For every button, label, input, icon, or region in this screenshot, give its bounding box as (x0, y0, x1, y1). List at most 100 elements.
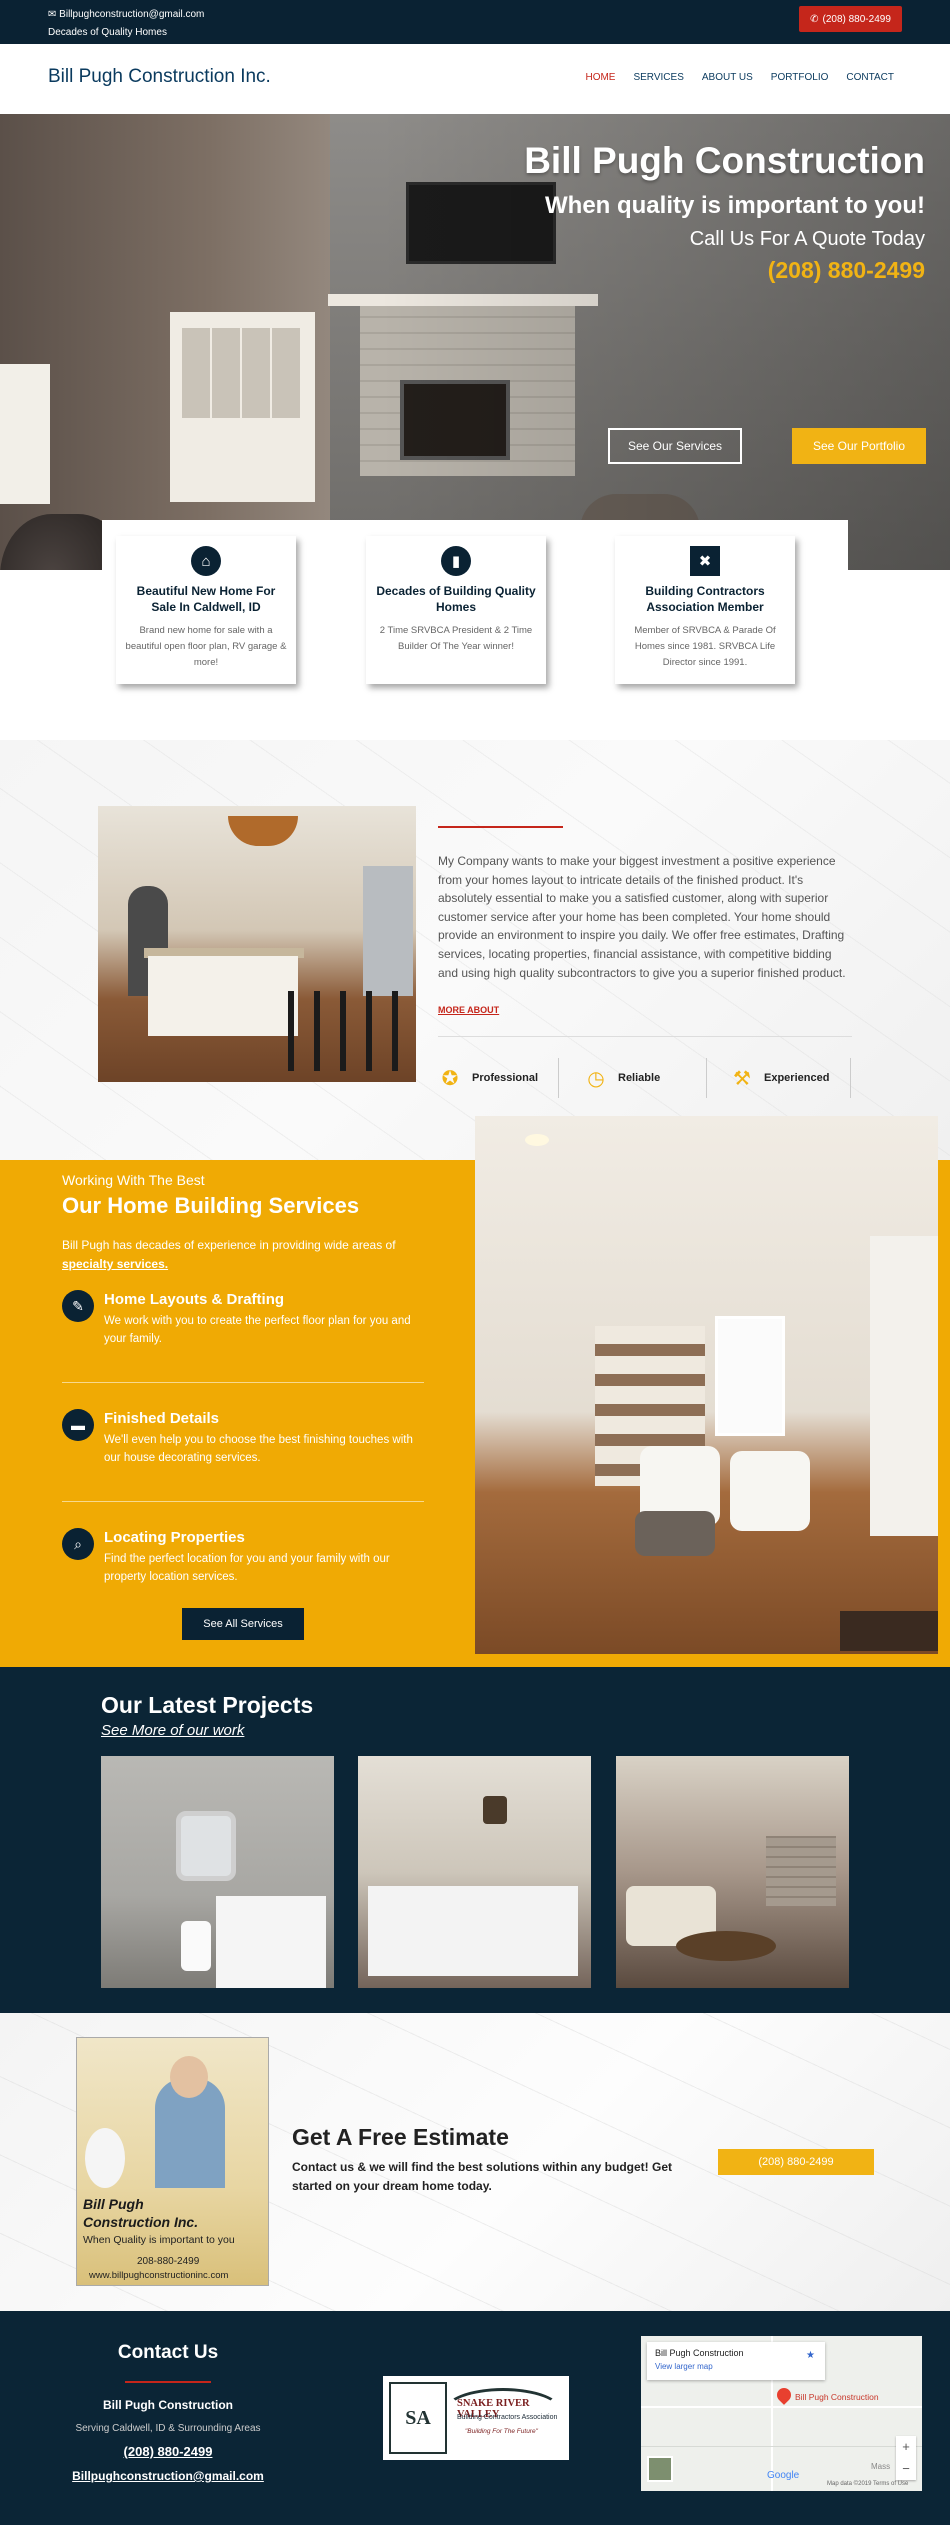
bath-toilet (181, 1921, 211, 1971)
sofa-icon: ▬ (62, 1409, 94, 1441)
service-title: Locating Properties (104, 1529, 245, 1546)
srvbca-logo[interactable]: SA SNAKE RIVER VALLEY Building Contracto… (383, 2376, 569, 2460)
more-about-link[interactable]: MORE ABOUT (438, 1005, 499, 1015)
see-all-services-button[interactable]: See All Services (182, 1608, 304, 1640)
coffee-table (676, 1931, 776, 1961)
logo-mark: SA (389, 2382, 447, 2454)
feature-card-association[interactable]: ✖ Building Contractors Association Membe… (615, 536, 795, 684)
nav-contact[interactable]: CONTACT (846, 72, 894, 83)
site-header: Bill Pugh Construction Inc. HOME SERVICE… (0, 44, 950, 114)
highlight-separator (706, 1058, 707, 1098)
map-road (641, 2446, 922, 2447)
service-divider (62, 1382, 424, 1383)
stone-fireplace (766, 1836, 836, 1906)
pencil-icon: ✎ (62, 1290, 94, 1322)
flyer-line: Construction Inc. (83, 2214, 199, 2230)
map-town-label: Mass (871, 2462, 891, 2471)
about-divider (438, 1036, 852, 1037)
logo-org: Building Contractors Association (457, 2414, 558, 2421)
clock-icon: ◷ (587, 1067, 605, 1090)
flyer-line: Bill Pugh (83, 2196, 144, 2212)
contact-phone-link[interactable]: (208) 880-2499 (70, 2444, 266, 2459)
top-call-button[interactable]: ✆ (208) 880-2499 (799, 6, 902, 32)
estimate-title: Get A Free Estimate (292, 2124, 509, 2150)
top-tagline: Decades of Quality Homes (48, 27, 167, 38)
google-logo: Google (767, 2470, 800, 2481)
service-title: Home Layouts & Drafting (104, 1291, 285, 1308)
contact-email-link[interactable]: Billpughconstruction@gmail.com (60, 2469, 276, 2483)
estimate-call-button[interactable]: (208) 880-2499 (718, 2149, 874, 2175)
kitchen-fridge (363, 866, 413, 996)
ottoman (635, 1511, 715, 1556)
see-portfolio-button[interactable]: See Our Portfolio (792, 428, 926, 464)
services-intro-text: Bill Pugh has decades of experience in p… (62, 1238, 396, 1252)
envelope-icon: ✉ (48, 9, 57, 20)
ceiling-light (525, 1134, 549, 1146)
service-text: We'll even help you to choose the best f… (104, 1434, 413, 1465)
top-call-label: (208) 880-2499 (822, 13, 891, 25)
main-nav: HOME SERVICES ABOUT US PORTFOLIO CONTACT (585, 72, 894, 83)
service-divider (62, 1501, 424, 1502)
hero-banner (0, 114, 950, 570)
nav-home[interactable]: HOME (585, 72, 615, 83)
service-text: Find the perfect location for you and yo… (104, 1553, 390, 1584)
map-attribution[interactable]: Map data ©2019 Terms of Use (827, 2481, 908, 2487)
hero-phone[interactable]: (208) 880-2499 (768, 257, 925, 284)
highlight-separator (850, 1058, 851, 1098)
satellite-toggle[interactable] (647, 2456, 673, 2482)
highlight-professional: ✪ Professional (438, 1058, 538, 1098)
map-road (641, 2406, 922, 2408)
bath-mirror (176, 1811, 236, 1881)
see-services-button[interactable]: See Our Services (608, 428, 742, 464)
kitchen-island (148, 956, 298, 1036)
zoom-out-icon[interactable]: − (896, 2458, 916, 2480)
kitchen-pendant (228, 816, 298, 846)
hero-call-text: Call Us For A Quote Today (689, 228, 925, 250)
brand-logo[interactable]: Bill Pugh Construction Inc. (48, 66, 271, 88)
feature-card-decades[interactable]: ▮ Decades of Building Quality Homes 2 Ti… (366, 536, 546, 684)
phone-icon: ✆ (810, 13, 819, 25)
map-zoom-control[interactable]: + − (896, 2436, 916, 2480)
feature-text: 2 Time SRVBCA President & 2 Time Builder… (379, 625, 533, 653)
logo-motto: "Building For The Future" (465, 2428, 538, 2435)
project-thumb-kitchen[interactable] (358, 1756, 591, 1988)
view-larger-map-link[interactable]: View larger map (655, 2362, 713, 2371)
top-email-text[interactable]: Billpughconstruction@gmail.com (59, 9, 204, 20)
flyer-line: When Quality is important to you (83, 2234, 235, 2246)
map-embed[interactable]: Bill Pugh Construction View larger map ★… (641, 2336, 922, 2491)
project-thumb-living-room[interactable] (616, 1756, 849, 1988)
services-intro: Bill Pugh has decades of experience in p… (62, 1236, 422, 1274)
directions-icon[interactable]: ★ (806, 2350, 815, 2361)
service-finished-details[interactable]: ▬ Finished Details We'll even help you t… (62, 1407, 424, 1477)
project-thumb-bathroom[interactable] (101, 1756, 334, 1988)
see-more-work-link[interactable]: See More of our work (101, 1722, 244, 1739)
nav-portfolio[interactable]: PORTFOLIO (771, 72, 829, 83)
contact-title: Contact Us (117, 2342, 219, 2363)
contact-company: Bill Pugh Construction (103, 2398, 233, 2412)
feature-card-home-for-sale[interactable]: ⌂ Beautiful New Home For Sale In Caldwel… (116, 536, 296, 684)
map-pin-label: Bill Pugh Construction (795, 2392, 879, 2402)
flyer-line: 208-880-2499 (137, 2256, 200, 2267)
search-location-icon: ⌕ (62, 1528, 94, 1560)
flyer-owner-head (170, 2056, 208, 2098)
hero-subtitle: When quality is important to you! (545, 192, 925, 219)
about-accent-line (438, 826, 563, 828)
nav-services[interactable]: SERVICES (633, 72, 683, 83)
service-locating-properties[interactable]: ⌕ Locating Properties Find the perfect l… (62, 1526, 424, 1596)
feature-text: Brand new home for sale with a beautiful… (125, 625, 287, 669)
home-icon: ⌂ (191, 546, 221, 576)
highlight-experienced: ⚒ Experienced (730, 1058, 829, 1098)
nav-about-us[interactable]: ABOUT US (702, 72, 753, 83)
map-pin-icon[interactable] (774, 2385, 794, 2405)
feature-title: Decades of Building Quality Homes (376, 584, 536, 614)
doorway (870, 1236, 938, 1536)
projects-title: Our Latest Projects (101, 1692, 314, 1718)
services-eyebrow: Working With The Best (62, 1172, 205, 1188)
flyer-flowers (85, 2128, 125, 2188)
service-layouts-drafting[interactable]: ✎ Home Layouts & Drafting We work with y… (62, 1288, 424, 1358)
specialty-services-link[interactable]: specialty services. (62, 1257, 168, 1271)
top-email[interactable]: ✉ Billpughconstruction@gmail.com (48, 9, 204, 20)
zoom-in-icon[interactable]: + (896, 2436, 916, 2458)
services-title: Our Home Building Services (62, 1193, 360, 1218)
kitchen-stools (288, 991, 398, 1071)
